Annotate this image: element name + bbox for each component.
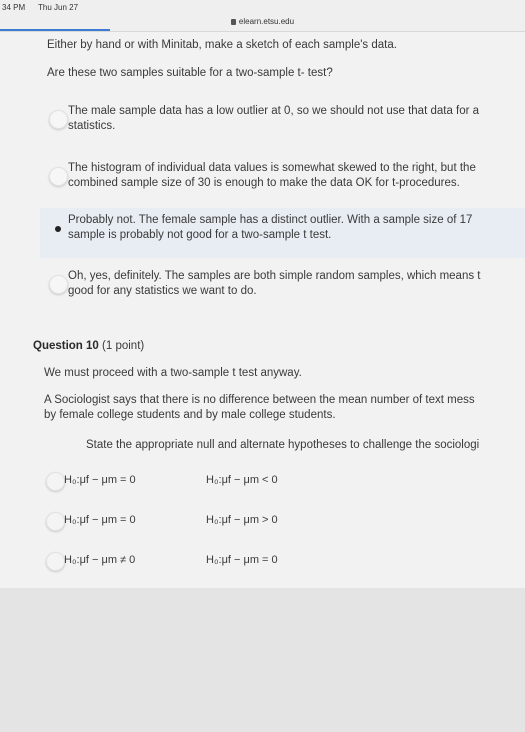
background-shade [0, 588, 525, 732]
page-content: Either by hand or with Minitab, make a s… [0, 32, 525, 732]
q10-option-3[interactable]: H₀:μf − μm ≠ 0 H₀:μf − μm = 0 [46, 552, 525, 572]
q10-option-1[interactable]: H₀:μf − μm = 0 H₀:μf − μm < 0 [46, 472, 525, 492]
option-text: Probably not. The female sample has a di… [68, 214, 473, 241]
q9-instruction: Either by hand or with Minitab, make a s… [47, 39, 397, 51]
option-text: The histogram of individual data values … [68, 162, 476, 189]
radio-button[interactable] [49, 167, 68, 186]
status-date: Thu Jun 27 [38, 3, 79, 12]
q9-question: Are these two samples suitable for a two… [47, 67, 333, 79]
option-text: Oh, yes, definitely. The samples are bot… [68, 270, 481, 297]
radio-button[interactable] [49, 110, 68, 129]
q9-option-4[interactable]: Oh, yes, definitely. The samples are bot… [40, 264, 525, 314]
question-heading: Question 10 (1 point) [33, 340, 144, 352]
lock-icon [230, 19, 236, 25]
radio-button[interactable] [46, 512, 65, 531]
q9-option-1[interactable]: The male sample data has a low outlier a… [40, 99, 525, 149]
q10-intro: We must proceed with a two-sample t test… [44, 367, 302, 379]
radio-button[interactable] [49, 275, 68, 294]
null-hypothesis: H₀:μf − μm = 0 [64, 514, 136, 526]
q10-claim-line2: by female college students and by male c… [44, 409, 336, 421]
radio-button[interactable] [46, 472, 65, 491]
null-hypothesis: H₀:μf − μm = 0 [64, 474, 136, 486]
q10-prompt: State the appropriate null and alternate… [86, 439, 480, 451]
null-hypothesis: H₀:μf − μm ≠ 0 [64, 554, 136, 566]
radio-selected-dot[interactable] [55, 226, 61, 232]
radio-button[interactable] [46, 552, 65, 571]
question-title: Question 10 [33, 340, 99, 352]
q10-option-2[interactable]: H₀:μf − μm = 0 H₀:μf − μm > 0 [46, 512, 525, 532]
question-points: (1 point) [102, 340, 145, 352]
status-time: 34 PM [2, 3, 26, 12]
q10-claim-line1: A Sociologist says that there is no diff… [44, 394, 475, 406]
alternate-hypothesis: H₀:μf − μm > 0 [206, 514, 278, 526]
q9-option-3[interactable]: Probably not. The female sample has a di… [40, 208, 525, 258]
alternate-hypothesis: H₀:μf − μm < 0 [206, 474, 278, 486]
option-text: The male sample data has a low outlier a… [68, 105, 480, 132]
alternate-hypothesis: H₀:μf − μm = 0 [206, 554, 278, 566]
status-bar: 34 PM Thu Jun 27 [0, 0, 525, 14]
q9-option-2[interactable]: The histogram of individual data values … [40, 156, 525, 206]
address-bar[interactable]: elearn.etsu.edu [0, 17, 525, 26]
url-text: elearn.etsu.edu [238, 17, 295, 26]
